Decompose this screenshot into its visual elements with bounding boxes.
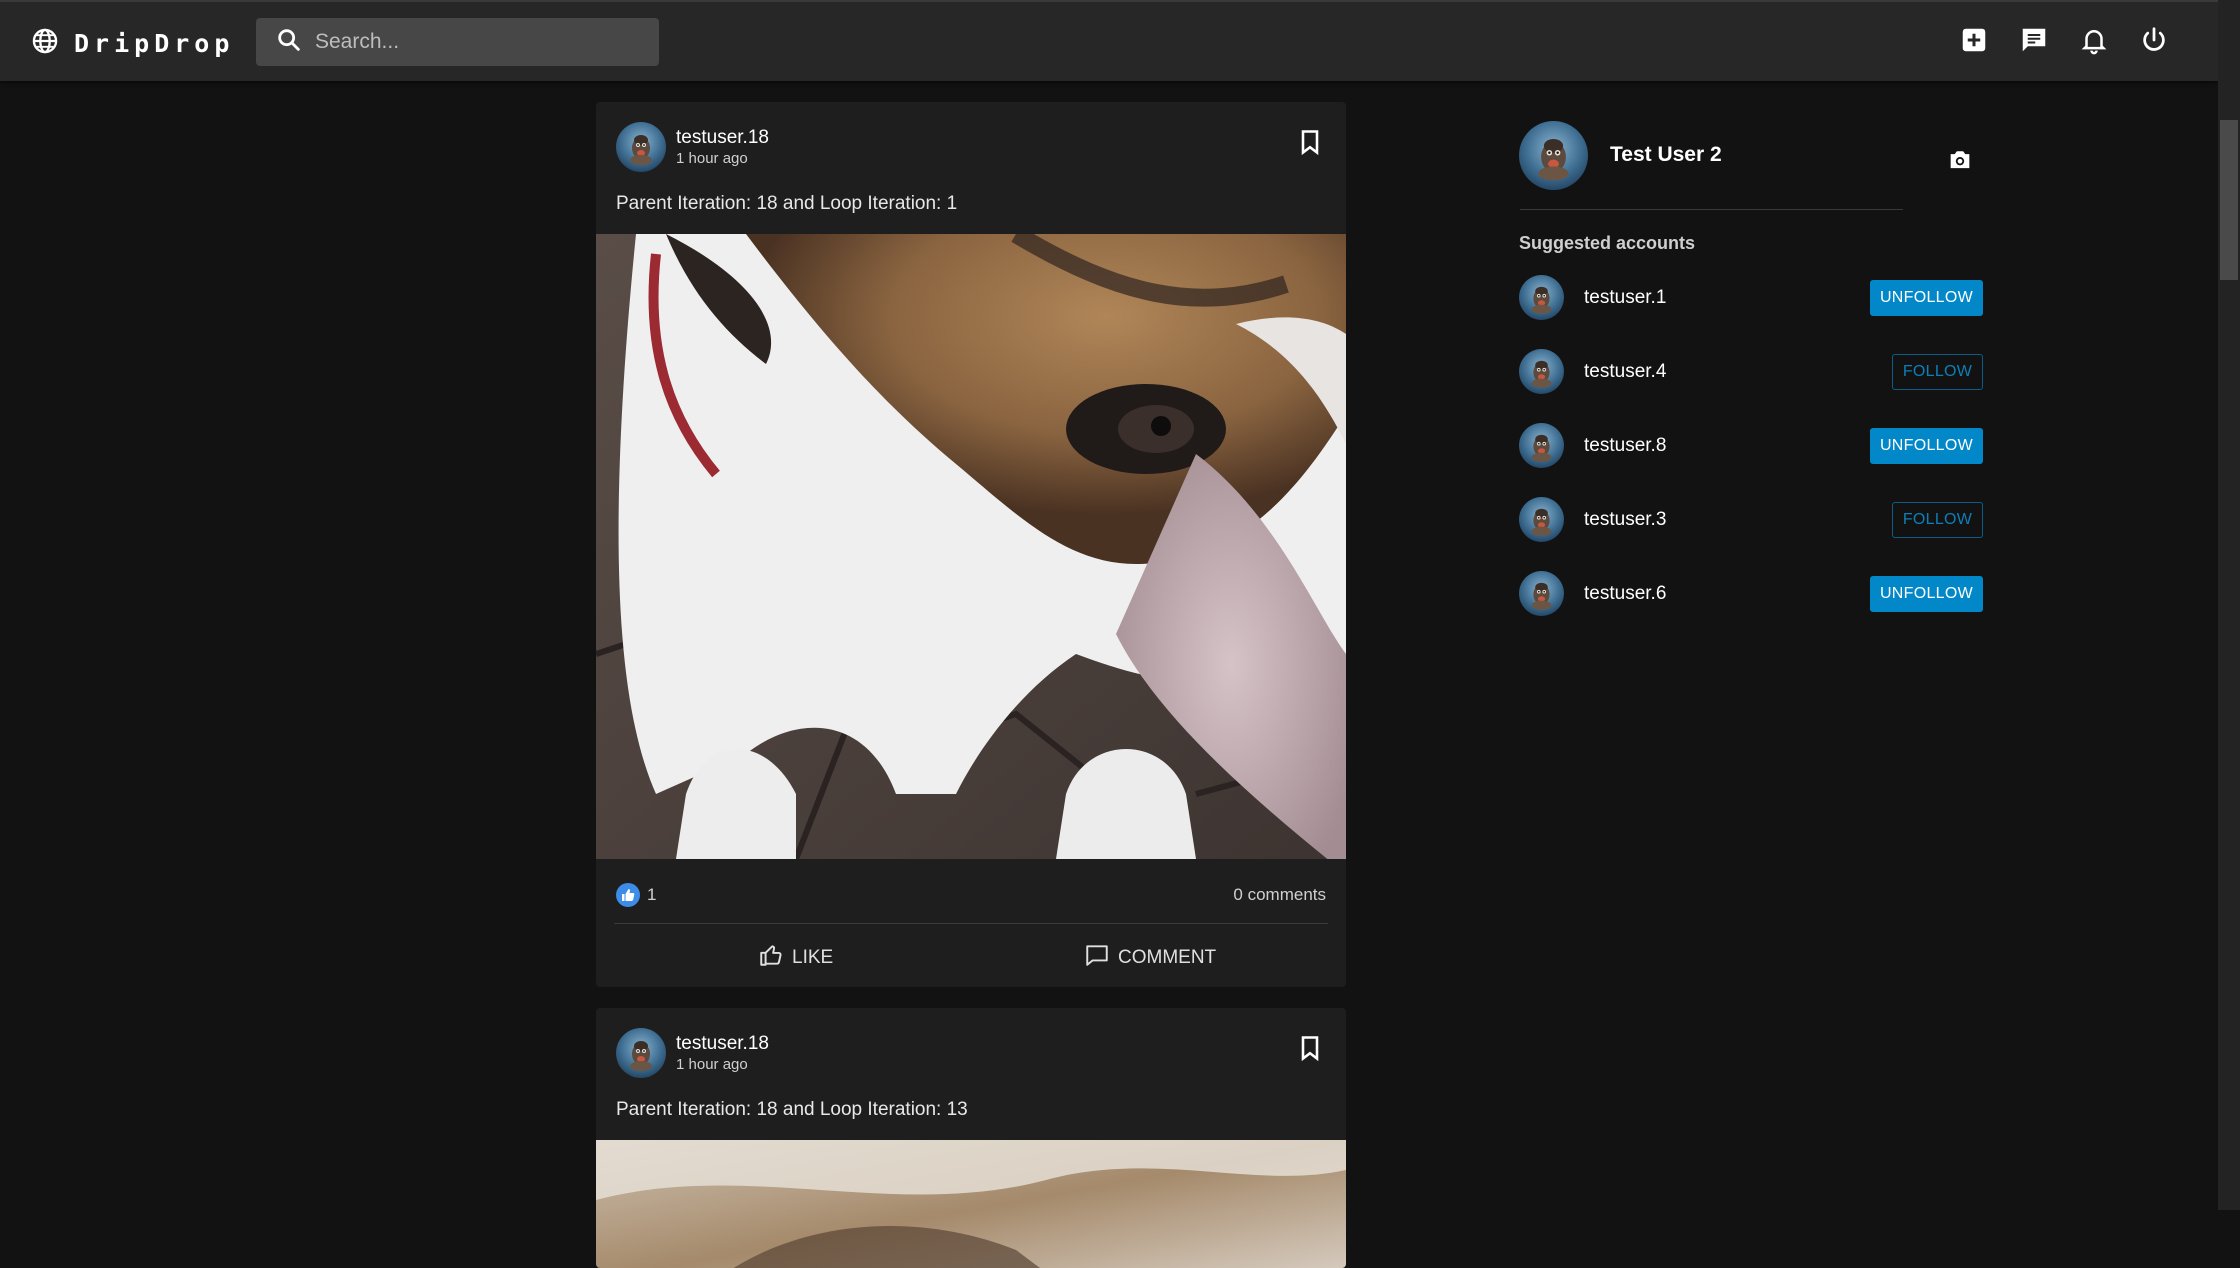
globe-icon: [31, 27, 59, 60]
post-stats: 1 0 comments: [596, 859, 1346, 923]
brand-name: DripDrop: [74, 28, 235, 58]
avatar[interactable]: [1519, 571, 1564, 616]
like-button[interactable]: LIKE: [758, 942, 833, 974]
bookmark-button[interactable]: [1296, 128, 1324, 156]
avatar[interactable]: [1519, 497, 1564, 542]
suggested-account-row: testuser.3 FOLLOW: [1519, 497, 1983, 543]
bookmark-button[interactable]: [1296, 1034, 1324, 1062]
comment-icon: [1084, 942, 1118, 974]
suggested-accounts-title: Suggested accounts: [1519, 233, 1696, 253]
power-icon: [2139, 25, 2169, 60]
search-icon: [256, 26, 303, 59]
post-header: testuser.18 1 hour ago: [596, 1008, 1346, 1100]
notifications-button[interactable]: [2078, 26, 2110, 58]
suggested-username[interactable]: testuser.8: [1584, 435, 1666, 457]
post-username[interactable]: testuser.18: [676, 127, 769, 149]
avatar[interactable]: [616, 122, 666, 172]
follow-button[interactable]: FOLLOW: [1892, 502, 1983, 538]
comment-label: COMMENT: [1118, 947, 1217, 968]
post-text: Parent Iteration: 18 and Loop Iteration:…: [616, 1099, 968, 1120]
avatar[interactable]: [1519, 423, 1564, 468]
suggested-account-row: testuser.1 UNFOLLOW: [1519, 275, 1983, 321]
post-time: 1 hour ago: [676, 1056, 748, 1073]
like-badge-icon: [616, 883, 640, 907]
bookmark-icon: [1296, 1036, 1324, 1066]
bell-icon: [2079, 25, 2109, 60]
suggested-username[interactable]: testuser.1: [1584, 287, 1666, 309]
search-box[interactable]: [256, 18, 659, 66]
unfollow-button[interactable]: UNFOLLOW: [1870, 280, 1983, 316]
suggested-username[interactable]: testuser.4: [1584, 361, 1666, 383]
comment-count[interactable]: 0 comments: [1233, 885, 1326, 905]
avatar[interactable]: [1519, 349, 1564, 394]
unfollow-button[interactable]: UNFOLLOW: [1870, 428, 1983, 464]
divider: [1520, 209, 1903, 210]
profile-name[interactable]: Test User 2: [1610, 143, 1722, 167]
chat-icon: [2019, 25, 2049, 60]
profile-avatar[interactable]: [1519, 121, 1588, 190]
unfollow-button[interactable]: UNFOLLOW: [1870, 576, 1983, 612]
bookmark-icon: [1296, 130, 1324, 160]
suggested-username[interactable]: testuser.3: [1584, 509, 1666, 531]
thumb-up-icon: [758, 942, 792, 974]
brand[interactable]: DripDrop: [31, 28, 234, 58]
like-label: LIKE: [792, 947, 834, 968]
suggested-account-row: testuser.4 FOLLOW: [1519, 349, 1983, 395]
post-card: testuser.18 1 hour ago Parent Iteration:…: [596, 1008, 1346, 1268]
post-username[interactable]: testuser.18: [676, 1033, 769, 1055]
search-input[interactable]: [315, 30, 635, 54]
suggested-username[interactable]: testuser.6: [1584, 583, 1666, 605]
post-actions: LIKE COMMENT: [596, 924, 1346, 987]
post-text: Parent Iteration: 18 and Loop Iteration:…: [616, 193, 958, 214]
scrollbar-thumb[interactable]: [2220, 120, 2238, 280]
post-image[interactable]: [596, 234, 1346, 859]
post-card: testuser.18 1 hour ago Parent Iteration:…: [596, 102, 1346, 987]
camera-icon: [1946, 151, 1974, 178]
post-image[interactable]: [596, 1140, 1346, 1268]
comment-button[interactable]: COMMENT: [1084, 942, 1216, 974]
like-count: 1: [647, 885, 657, 904]
app-bar: DripDrop: [0, 0, 2218, 81]
add-box-icon: [1959, 25, 1989, 60]
logout-button[interactable]: [2138, 26, 2170, 58]
suggested-account-row: testuser.8 UNFOLLOW: [1519, 423, 1983, 469]
messages-button[interactable]: [2018, 26, 2050, 58]
camera-button[interactable]: [1946, 146, 1974, 174]
suggested-account-row: testuser.6 UNFOLLOW: [1519, 571, 1983, 617]
post-header: testuser.18 1 hour ago: [596, 102, 1346, 194]
add-post-button[interactable]: [1958, 26, 1990, 58]
avatar[interactable]: [1519, 275, 1564, 320]
post-time: 1 hour ago: [676, 150, 748, 167]
avatar[interactable]: [616, 1028, 666, 1078]
follow-button[interactable]: FOLLOW: [1892, 354, 1983, 390]
